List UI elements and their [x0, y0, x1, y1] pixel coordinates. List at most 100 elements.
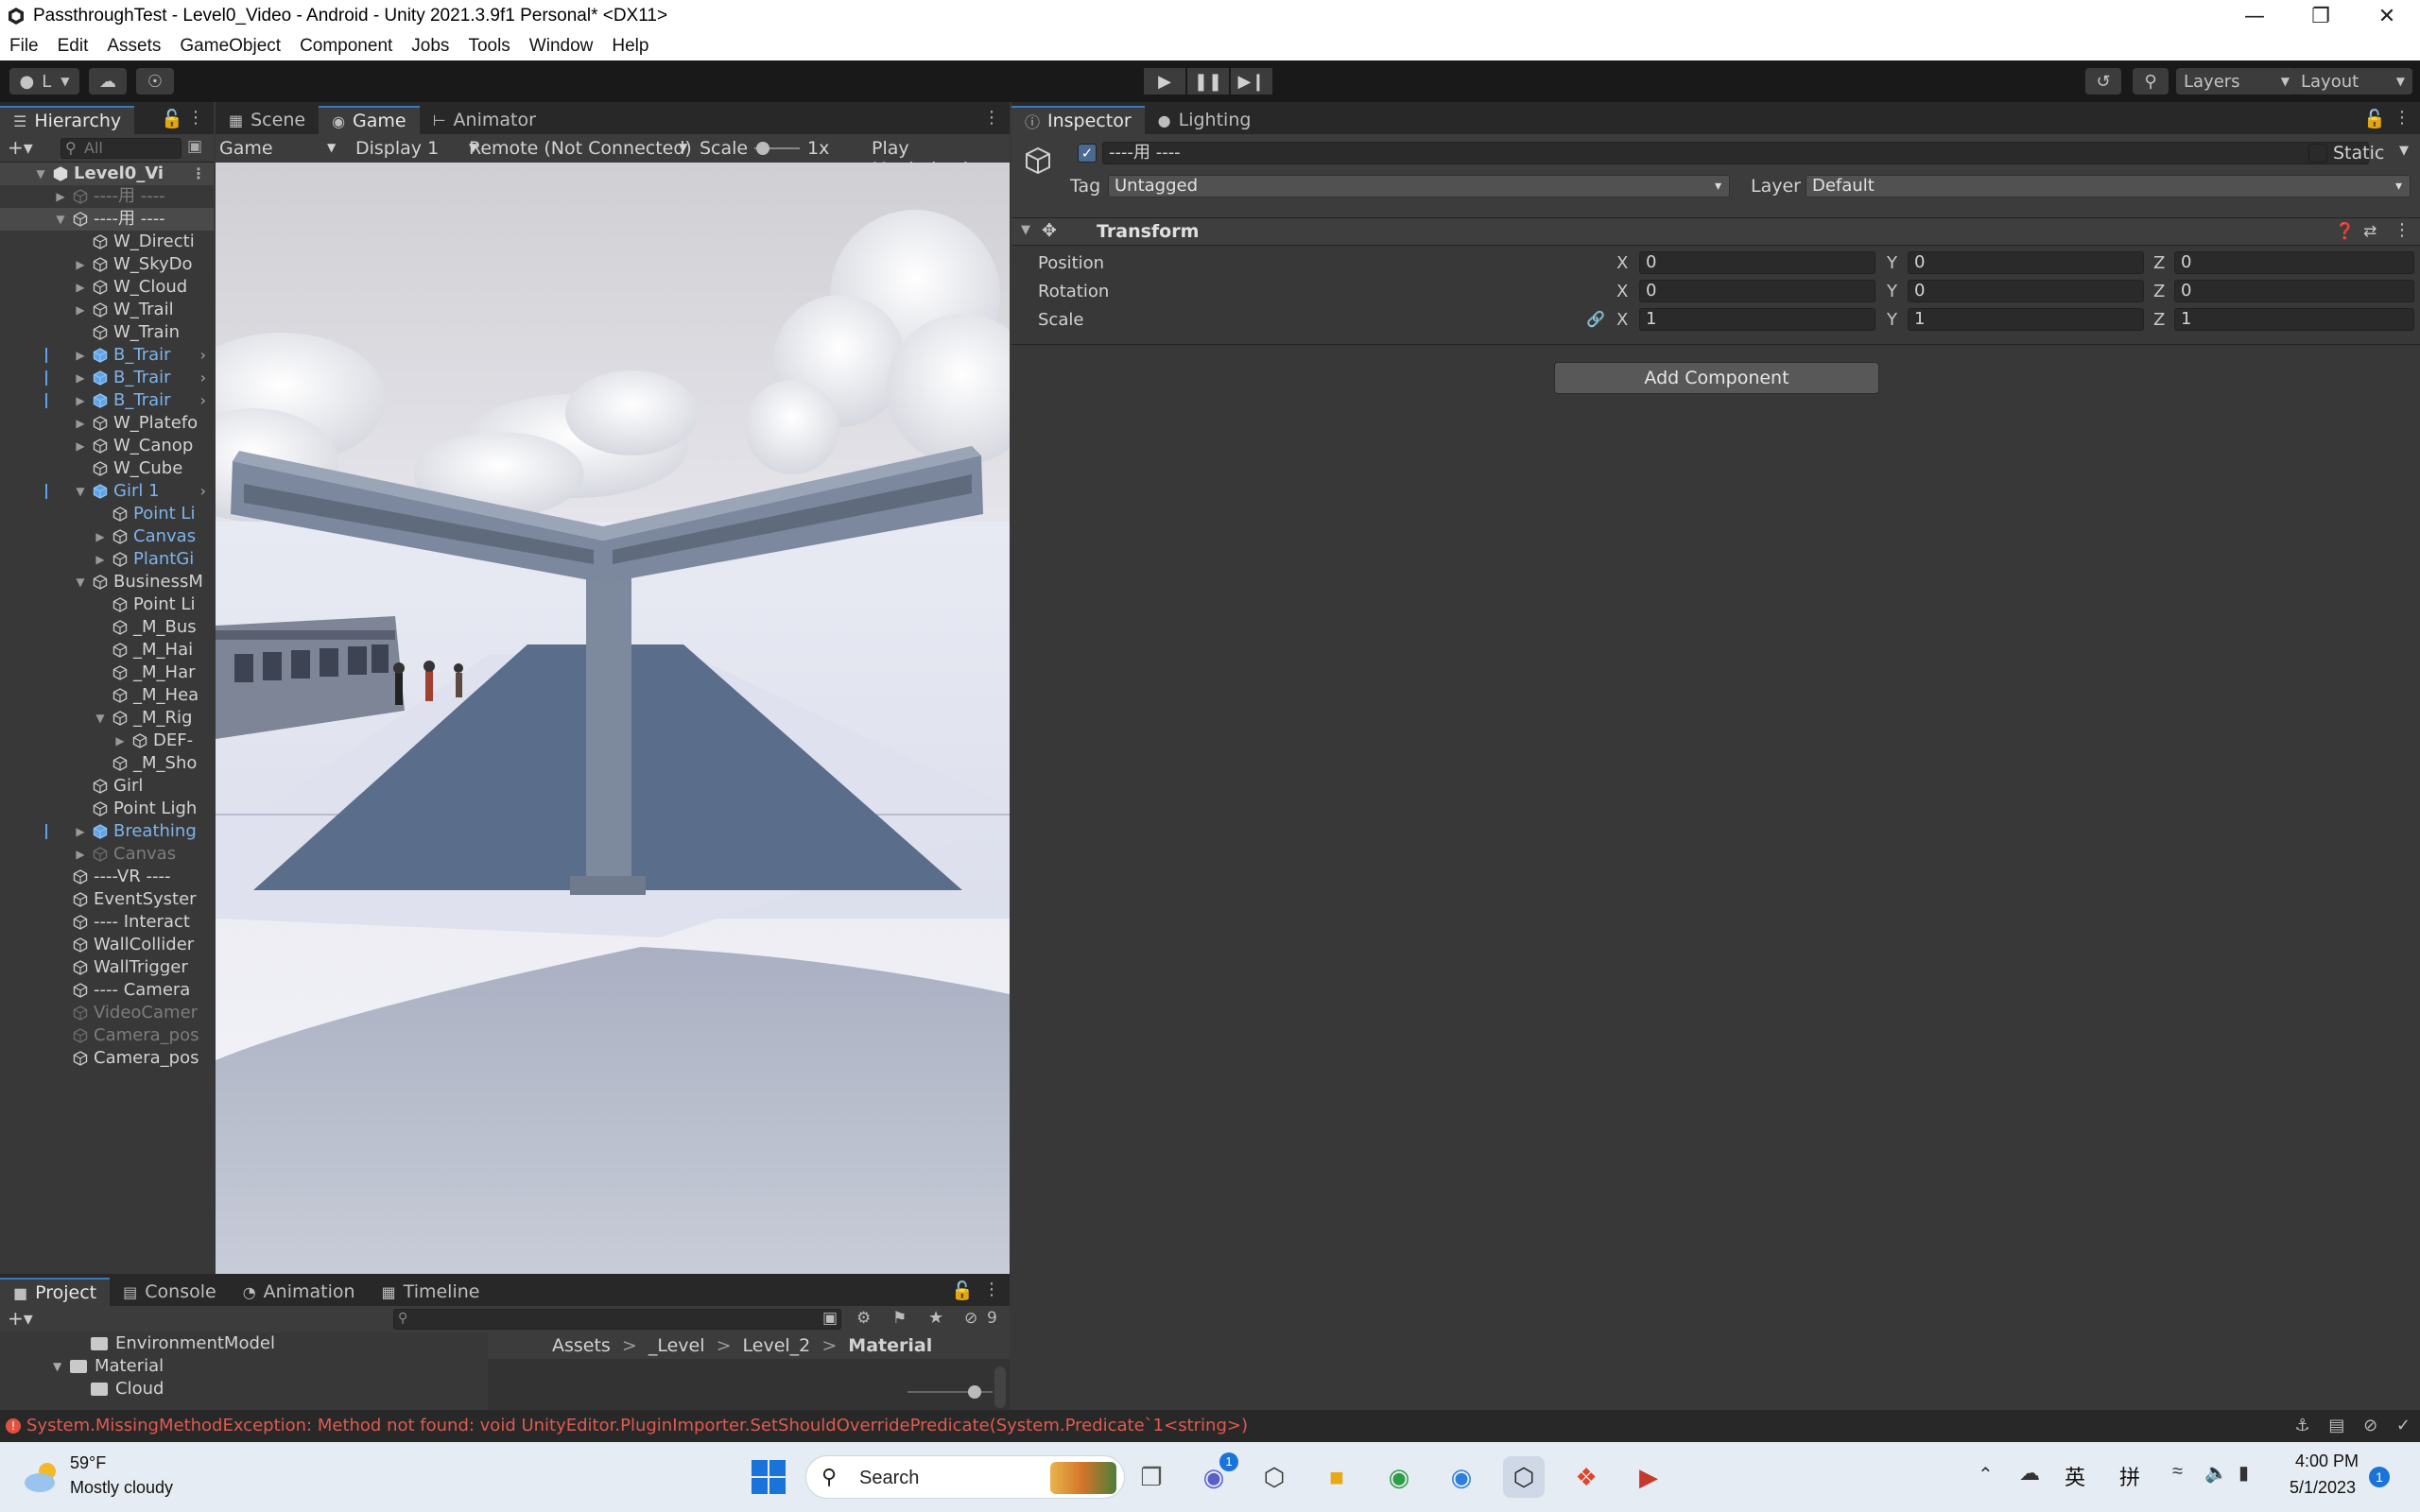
foldout-expanded-icon[interactable]: ▼	[34, 163, 47, 185]
foldout-arrow-icon[interactable]: ▼	[1021, 223, 1030, 237]
foldout-collapsed-icon[interactable]: ▶	[74, 820, 87, 843]
foldout-collapsed-icon[interactable]: ▶	[54, 185, 67, 208]
menu-jobs[interactable]: Jobs	[411, 36, 449, 57]
add-component-button[interactable]: Add Component	[1554, 362, 1879, 394]
menu-component[interactable]: Component	[300, 36, 392, 57]
battery-icon[interactable]: ▮	[2238, 1461, 2249, 1485]
ime-mode[interactable]: 拼	[2119, 1461, 2140, 1491]
lock-icon[interactable]: 🔓	[2363, 108, 2386, 129]
play-button[interactable]: ▶	[1144, 68, 1185, 94]
foldout-collapsed-icon[interactable]: ▶	[74, 843, 87, 866]
add-icon[interactable]: +▾	[8, 1307, 33, 1330]
hierarchy-item[interactable]: _M_Bus	[0, 616, 214, 639]
windows-start-icon[interactable]	[751, 1459, 786, 1495]
hierarchy-item[interactable]: Camera_pos	[0, 1024, 214, 1047]
foldout-collapsed-icon[interactable]: ▶	[94, 548, 107, 571]
hierarchy-item[interactable]: ▶ Canvas	[0, 525, 214, 548]
foldout-collapsed-icon[interactable]: ▶	[74, 389, 87, 412]
foldout-collapsed-icon[interactable]: ▶	[74, 299, 87, 321]
foldout-collapsed-icon[interactable]: ▶	[74, 435, 87, 457]
collab-button[interactable]: ☉	[136, 68, 174, 94]
game-viewport[interactable]	[216, 163, 1010, 1274]
debug-mode-icon[interactable]: ⚓	[2294, 1416, 2309, 1435]
lock-icon[interactable]: 🔓	[951, 1280, 974, 1301]
object-name-field[interactable]: ----用 ----	[1102, 142, 2369, 164]
rotation-z-field[interactable]: 0	[2174, 280, 2414, 302]
breadcrumb-assets[interactable]: Assets	[552, 1335, 611, 1356]
weather-description[interactable]: Mostly cloudy	[70, 1478, 173, 1498]
breadcrumb-level[interactable]: _Level	[648, 1335, 705, 1356]
chevron-right-icon[interactable]: ›	[200, 344, 206, 367]
foldout-collapsed-icon[interactable]: ▶	[74, 412, 87, 435]
media-player-icon[interactable]: ▶	[1628, 1456, 1669, 1498]
foldout-expanded-icon[interactable]: ▼	[53, 1355, 61, 1378]
tab-animation[interactable]: ◔ Animation	[230, 1278, 369, 1306]
minimize-button[interactable]: —	[2221, 0, 2288, 32]
menu-gameobject[interactable]: GameObject	[180, 36, 281, 57]
chevron-up-icon[interactable]: ⌃	[1978, 1463, 1994, 1486]
hierarchy-item[interactable]: _M_Sho	[0, 752, 214, 775]
scale-x-field[interactable]: 1	[1639, 308, 1876, 331]
position-z-field[interactable]: 0	[2174, 251, 2414, 274]
hierarchy-item[interactable]: ▼ BusinessM	[0, 571, 214, 593]
hierarchy-item[interactable]: ▶ B_Trair ›	[0, 389, 214, 412]
teams-icon[interactable]: ◉ 1	[1193, 1452, 1238, 1498]
view-dropdown[interactable]: Game ▼	[219, 138, 336, 159]
tab-game[interactable]: ◉ Game	[319, 106, 420, 134]
onedrive-icon[interactable]: ☁	[2019, 1461, 2040, 1486]
hierarchy-item[interactable]: ▶ PlantGi	[0, 548, 214, 571]
foldout-collapsed-icon[interactable]: ▶	[113, 730, 127, 752]
tab-scene[interactable]: ▦ Scene	[216, 106, 319, 134]
scale-y-field[interactable]: 1	[1908, 308, 2144, 331]
display-dropdown[interactable]: Display 1 ▼	[355, 138, 477, 159]
menu-window[interactable]: Window	[529, 36, 594, 57]
rotation-x-field[interactable]: 0	[1639, 280, 1876, 302]
layers-dropdown[interactable]: Layers ▼	[2176, 68, 2297, 94]
menu-edit[interactable]: Edit	[58, 36, 89, 57]
chevron-down-icon[interactable]: ▼	[2399, 144, 2409, 158]
tab-lighting[interactable]: ● Lighting	[1145, 106, 1265, 134]
close-button[interactable]: ✕	[2354, 0, 2420, 32]
hierarchy-item[interactable]: ---- Interact	[0, 911, 214, 934]
chrome-icon[interactable]: ◉	[1378, 1456, 1420, 1498]
auto-refresh-icon[interactable]: ✓	[2396, 1416, 2411, 1435]
position-x-field[interactable]: 0	[1639, 251, 1876, 274]
scale-slider-thumb[interactable]	[756, 142, 769, 155]
foldout-collapsed-icon[interactable]: ▶	[74, 344, 87, 367]
hierarchy-search-input[interactable]: ⚲ All	[60, 138, 182, 159]
chevron-right-icon[interactable]: ›	[200, 389, 206, 412]
tab-timeline[interactable]: ▦ Timeline	[369, 1278, 493, 1306]
hierarchy-item[interactable]: W_Train	[0, 321, 214, 344]
clock-time[interactable]: 4:00 PM	[2295, 1452, 2359, 1471]
foldout-collapsed-icon[interactable]: ▶	[74, 253, 87, 276]
chevron-right-icon[interactable]: ›	[200, 367, 206, 389]
hierarchy-item[interactable]: ---- Camera	[0, 979, 214, 1002]
menu-file[interactable]: File	[9, 36, 39, 57]
figma-icon[interactable]: ❖	[1565, 1456, 1607, 1498]
remote-dropdown[interactable]: Remote (Not Connected) ▼	[469, 138, 692, 159]
foldout-expanded-icon[interactable]: ▼	[54, 208, 67, 231]
account-dropdown[interactable]: ● L ▼	[9, 68, 79, 94]
hierarchy-item[interactable]: W_Directi	[0, 231, 214, 253]
search-by-type-icon[interactable]: ▣	[822, 1309, 838, 1328]
clock-date[interactable]: 5/1/2023	[2290, 1478, 2356, 1498]
constrain-proportions-icon[interactable]: 🔗	[1586, 310, 1605, 328]
breadcrumb-material[interactable]: Material	[848, 1335, 932, 1356]
filter-icon[interactable]: ⚙	[856, 1309, 871, 1328]
taskbar-search-box[interactable]: ⚲ Search	[805, 1455, 1125, 1499]
chrome-profile-icon[interactable]: ◉	[1441, 1456, 1482, 1498]
chevron-right-icon[interactable]: ›	[200, 480, 206, 503]
hierarchy-item[interactable]: Point Li	[0, 593, 214, 616]
tab-hierarchy[interactable]: ☰ Hierarchy	[0, 106, 135, 134]
help-icon[interactable]: ❓	[2335, 222, 2355, 241]
history-button[interactable]: ↺	[2085, 68, 2121, 94]
hierarchy-item[interactable]: ▼ Level0_Vi ⋮	[0, 163, 214, 185]
hierarchy-item[interactable]: ▶ Canvas	[0, 843, 214, 866]
kebab-menu-icon[interactable]: ⋮	[983, 1280, 1000, 1299]
position-y-field[interactable]: 0	[1908, 251, 2144, 274]
hierarchy-item[interactable]: W_Cube	[0, 457, 214, 480]
hierarchy-item[interactable]: _M_Har	[0, 662, 214, 684]
hierarchy-item[interactable]: ▶ ----用 ----	[0, 185, 214, 208]
kebab-menu-icon[interactable]: ⋮	[983, 108, 1000, 128]
tag-dropdown[interactable]: Untagged	[1108, 175, 1730, 198]
